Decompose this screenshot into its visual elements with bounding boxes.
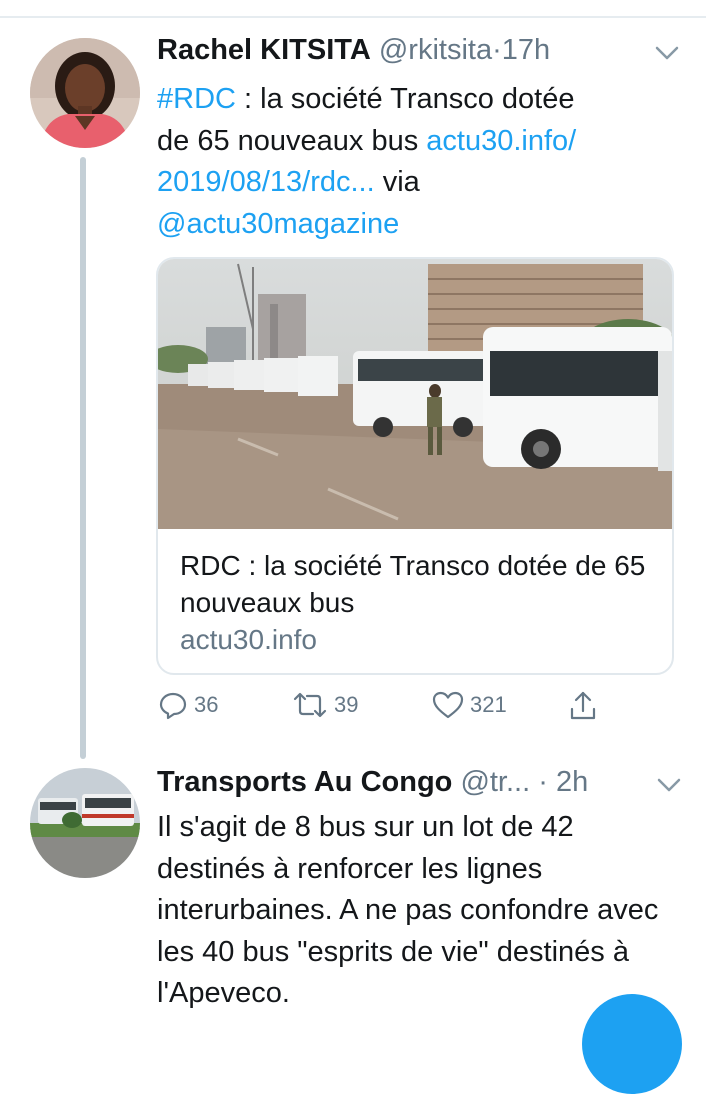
url-link[interactable]: actu30.info/ (426, 125, 576, 157)
card-image (158, 259, 672, 529)
avatar-rachel-kitsita[interactable] (30, 38, 140, 148)
retweet-button[interactable]: 39 (292, 690, 358, 720)
share-button[interactable] (568, 690, 598, 722)
tweet-header: Transports Au Congo @tr... · 2h (157, 766, 588, 799)
tweet-text: Il s'agit de 8 bus sur un lot de 42 dest… (157, 811, 659, 1009)
compose-tweet-button[interactable] (582, 994, 682, 1094)
share-icon (570, 691, 596, 720)
link-preview-card[interactable]: RDC : la société Transco dotée de 65 nou… (156, 257, 674, 675)
tweet-text: #RDC : la société Transco dotée de 65 no… (157, 79, 576, 245)
author-name[interactable]: Transports Au Congo (157, 766, 452, 798)
separator-dot: · (492, 34, 502, 66)
reply-button[interactable]: 36 (158, 690, 218, 720)
mention-link[interactable]: @actu30magazine (157, 208, 399, 240)
separator-dot: · (538, 766, 548, 798)
tweet-header: Rachel KITSITA @rkitsita·17h (157, 34, 550, 67)
avatar-transports-au-congo[interactable] (30, 768, 140, 878)
url-link[interactable]: 2019/08/13/rdc... (157, 166, 375, 198)
card-domain: actu30.info (180, 624, 317, 655)
card-title: RDC : la société Transco dotée de 65 nou… (180, 550, 646, 618)
thread-line (80, 157, 86, 759)
tweet-text-part: via (374, 166, 420, 198)
hashtag-link[interactable]: #RDC (157, 83, 236, 115)
author-name[interactable]: Rachel KITSITA (157, 34, 371, 66)
reply-count: 36 (194, 692, 219, 717)
retweet-icon (293, 692, 327, 718)
tweet-text-part: : la société Transco dotée (235, 83, 575, 115)
card-body: RDC : la société Transco dotée de 65 nou… (180, 547, 660, 658)
chevron-down-icon[interactable] (657, 777, 681, 798)
heart-icon (432, 691, 464, 719)
tweet-text-part: de 65 nouveaux bus (157, 124, 427, 157)
reply-icon (159, 692, 187, 720)
author-handle[interactable]: @rkitsita (379, 34, 492, 66)
like-button[interactable]: 321 (432, 690, 507, 720)
chevron-down-icon[interactable] (655, 45, 679, 66)
tweet-time[interactable]: 17h (502, 34, 550, 66)
author-handle[interactable]: @tr... (460, 766, 530, 798)
like-count: 321 (470, 692, 507, 717)
retweet-count: 39 (334, 692, 359, 717)
tweet-time[interactable]: 2h (556, 766, 588, 798)
top-divider (0, 16, 706, 18)
